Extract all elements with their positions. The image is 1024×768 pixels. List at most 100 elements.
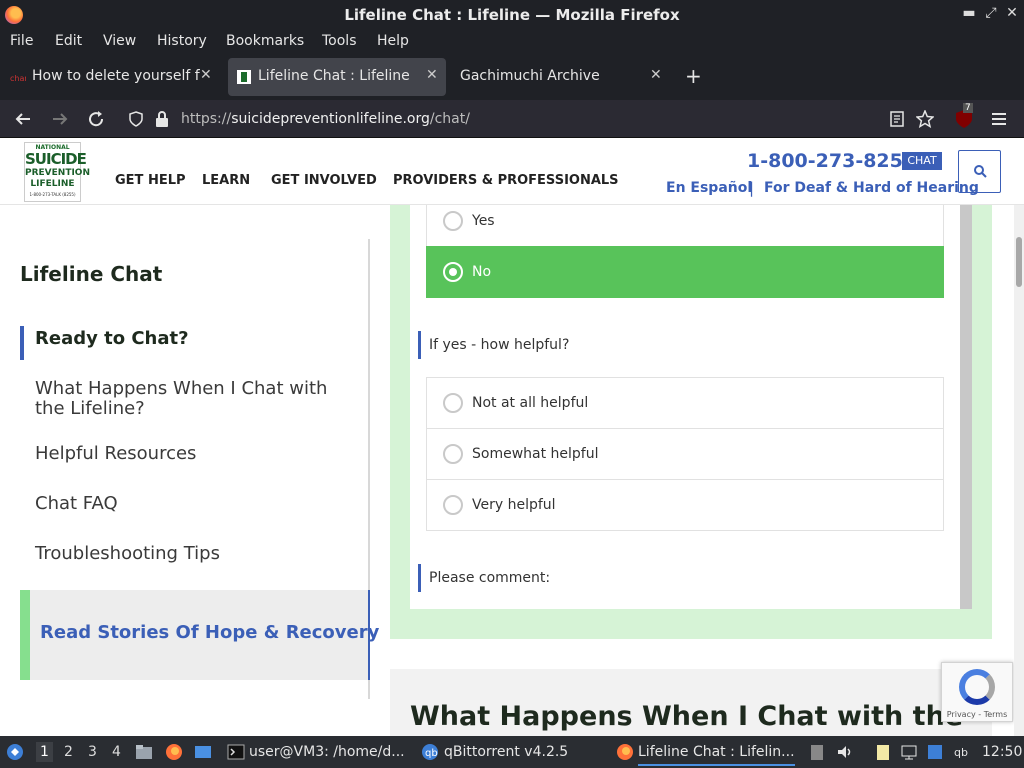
lifeline-favicon-icon	[237, 70, 251, 84]
reader-view-icon[interactable]	[889, 111, 905, 127]
menu-view[interactable]: View	[103, 33, 136, 49]
desktop-icon[interactable]	[194, 743, 212, 761]
url-bar[interactable]: https://suicidepreventionlifeline.org/ch…	[118, 104, 944, 134]
maximize-button[interactable]: ⤢	[983, 5, 999, 23]
radio-button-selected[interactable]	[443, 262, 463, 282]
back-arrow-icon[interactable]	[14, 110, 32, 128]
site-search-button[interactable]	[958, 150, 1001, 193]
espanol-link[interactable]: En Español	[666, 180, 752, 196]
menu-tools[interactable]: Tools	[322, 33, 357, 49]
radio-button[interactable]	[443, 393, 463, 413]
radio-button[interactable]	[443, 444, 463, 464]
ublock-extension-button[interactable]: 7	[955, 103, 975, 129]
header-separator: |	[749, 179, 755, 197]
new-tab-button[interactable]: +	[685, 64, 702, 88]
task-terminal[interactable]: user@VM3: /home/d...	[249, 744, 405, 760]
nav-learn[interactable]: LEARN	[202, 173, 250, 188]
sidebar-item-helpful-resources[interactable]: Helpful Resources	[35, 444, 355, 464]
scrollbar-thumb[interactable]	[1016, 237, 1022, 287]
update-notifier-icon[interactable]	[926, 743, 944, 761]
option-not-at-all-helpful[interactable]: Not at all helpful	[426, 377, 944, 429]
lock-icon[interactable]	[154, 110, 170, 128]
menu-edit[interactable]: Edit	[55, 33, 82, 49]
file-manager-icon[interactable]	[135, 743, 153, 761]
workspace-4[interactable]: 4	[112, 744, 121, 760]
radio-button[interactable]	[443, 495, 463, 515]
tab-close-icon[interactable]: ✕	[650, 67, 662, 83]
tab-bar: chan How to delete yourself fr ✕ Lifelin…	[0, 54, 1024, 100]
nav-get-involved[interactable]: GET INVOLVED	[271, 173, 377, 188]
chat-badge-button[interactable]: CHAT	[902, 152, 942, 170]
lifeline-logo[interactable]: NATIONAL SUICIDE PREVENTION LIFELINE 1-8…	[24, 142, 90, 202]
sidebar-item-troubleshooting[interactable]: Troubleshooting Tips	[35, 544, 355, 564]
url-text[interactable]: https://suicidepreventionlifeline.org/ch…	[181, 111, 470, 127]
active-indicator	[20, 326, 24, 360]
sidebar-item-ready-to-chat[interactable]: Ready to Chat?	[35, 329, 355, 349]
menu-bookmarks[interactable]: Bookmarks	[226, 33, 304, 49]
tab-label: How to delete yourself fr	[32, 68, 200, 84]
option-no[interactable]: No	[426, 246, 944, 298]
menu-file[interactable]: File	[10, 33, 33, 49]
menu-history[interactable]: History	[157, 33, 207, 49]
sidebar-item-chat-faq[interactable]: Chat FAQ	[35, 494, 355, 514]
start-menu-icon[interactable]	[6, 743, 24, 761]
menu-help[interactable]: Help	[377, 33, 409, 49]
firefox-launcher-icon[interactable]	[165, 743, 183, 761]
network-icon[interactable]	[900, 743, 918, 761]
option-label: No	[472, 264, 492, 280]
firefox-task-icon	[617, 744, 633, 760]
close-window-button[interactable]: ✕	[1004, 5, 1020, 23]
window-titlebar: Lifeline Chat : Lifeline — Mozilla Firef…	[0, 0, 1024, 30]
option-somewhat-helpful[interactable]: Somewhat helpful	[426, 428, 944, 480]
option-label: Not at all helpful	[472, 395, 589, 411]
logo-text: SUICIDE	[25, 150, 87, 168]
terminal-icon	[227, 744, 245, 760]
stories-of-hope-link[interactable]: Read Stories Of Hope & Recovery	[20, 590, 379, 680]
workspace-3[interactable]: 3	[88, 744, 97, 760]
tab-delete-yourself[interactable]: chan How to delete yourself fr ✕	[2, 58, 224, 96]
tab-gachimuchi[interactable]: Gachimuchi Archive ✕	[450, 58, 672, 96]
notes-icon[interactable]	[874, 743, 892, 761]
recaptcha-links[interactable]: Privacy - Terms	[942, 710, 1012, 719]
deaf-hard-of-hearing-link[interactable]: For Deaf & Hard of Hearing	[764, 180, 979, 196]
svg-text:qb: qb	[954, 746, 968, 759]
clipboard-icon[interactable]	[808, 743, 826, 761]
forward-arrow-icon[interactable]	[51, 110, 69, 128]
hotline-phone[interactable]: 1-800-273-8255	[747, 150, 916, 172]
hamburger-menu-icon[interactable]	[991, 111, 1007, 127]
question-please-comment: Please comment:	[418, 564, 550, 592]
survey-scrollbar[interactable]	[960, 199, 972, 609]
tab-close-icon[interactable]: ✕	[200, 67, 212, 83]
radio-button[interactable]	[443, 211, 463, 231]
what-happens-section: What Happens When I Chat with the	[390, 669, 992, 736]
page-scrollbar[interactable]	[1014, 205, 1024, 736]
site-header: NATIONAL SUICIDE PREVENTION LIFELINE 1-8…	[0, 139, 1024, 205]
taskbar: 1 2 3 4 user@VM3: /home/d... qb qBittorr…	[0, 736, 1024, 768]
logo-text: LIFELINE	[30, 179, 75, 189]
minimize-button[interactable]: ▬	[961, 5, 977, 23]
bookmark-star-icon[interactable]	[916, 110, 934, 128]
sidebar-item-what-happens[interactable]: What Happens When I Chat with the Lifeli…	[35, 379, 355, 419]
option-label: Somewhat helpful	[472, 446, 599, 462]
recaptcha-badge[interactable]: Privacy - Terms	[941, 662, 1013, 722]
nav-providers[interactable]: PROVIDERS & PROFESSIONALS	[393, 173, 619, 188]
tab-close-icon[interactable]: ✕	[426, 67, 438, 83]
tab-lifeline-chat[interactable]: Lifeline Chat : Lifeline ✕	[228, 58, 446, 96]
tab-label: Lifeline Chat : Lifeline	[258, 68, 410, 84]
sidebar: Lifeline Chat Ready to Chat? What Happen…	[20, 239, 379, 699]
volume-icon[interactable]	[836, 743, 854, 761]
task-qbittorrent[interactable]: qBittorrent v4.2.5	[444, 744, 568, 760]
option-very-helpful[interactable]: Very helpful	[426, 479, 944, 531]
qbittorrent-tray-icon[interactable]: qb	[953, 743, 971, 761]
menu-bar: File Edit View History Bookmarks Tools H…	[0, 30, 1024, 54]
reload-icon[interactable]	[87, 110, 105, 128]
qbittorrent-icon: qb	[422, 744, 438, 760]
workspace-1[interactable]: 1	[36, 742, 53, 762]
shield-icon[interactable]	[128, 111, 144, 127]
task-firefox[interactable]: Lifeline Chat : Lifelin...	[638, 744, 795, 766]
nav-get-help[interactable]: GET HELP	[115, 173, 186, 188]
workspace-2[interactable]: 2	[64, 744, 73, 760]
option-label: Very helpful	[472, 497, 556, 513]
navigation-bar: https://suicidepreventionlifeline.org/ch…	[0, 100, 1024, 138]
recaptcha-logo-icon	[959, 669, 995, 705]
